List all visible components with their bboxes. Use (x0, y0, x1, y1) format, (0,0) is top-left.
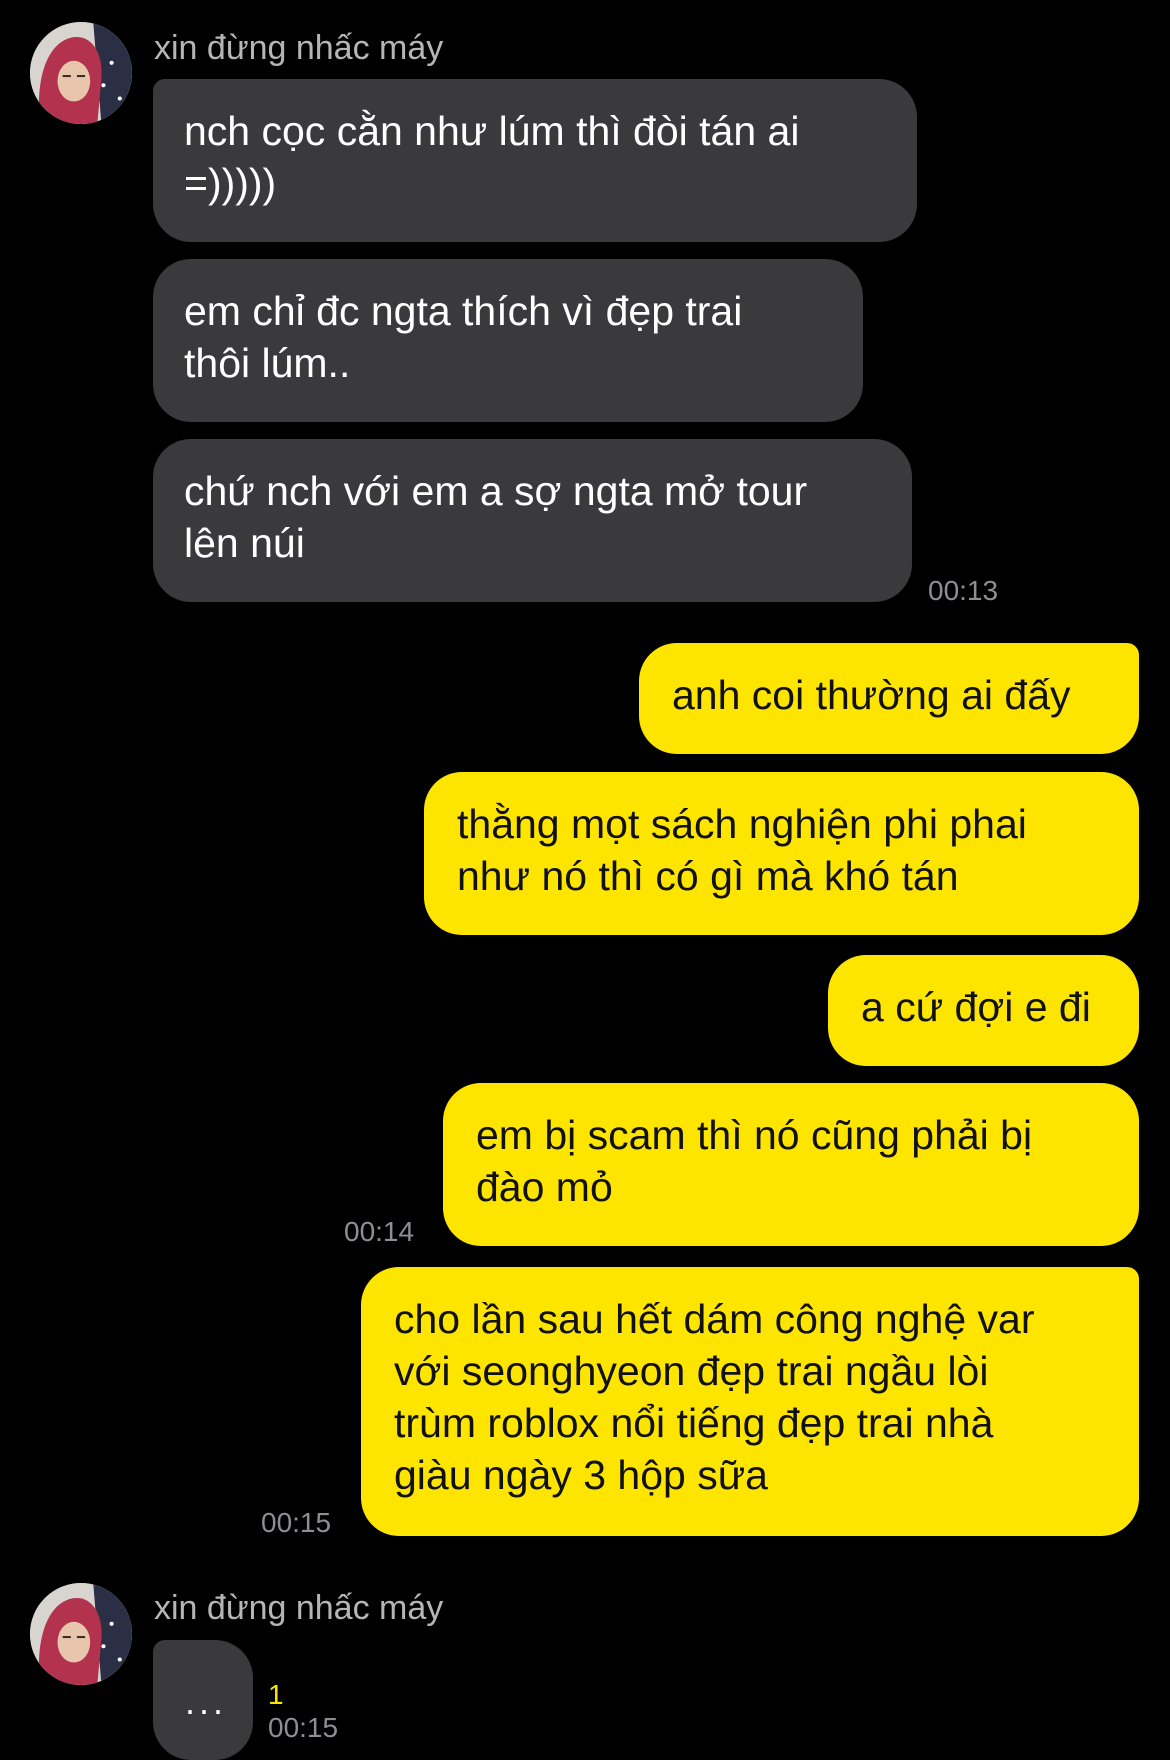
message-line: đào mỏ (476, 1164, 613, 1210)
message-bubble-outgoing[interactable]: anh coi thường ai đấy (639, 643, 1139, 754)
message-bubble-outgoing[interactable]: a cứ đợi e đi (828, 955, 1139, 1066)
message-bubble-outgoing[interactable]: thằng mọt sách nghiện phi phai như nó th… (424, 772, 1139, 935)
message-line: ... (185, 1681, 228, 1722)
message-line: em chỉ đc ngta thích vì đẹp trai (184, 288, 743, 334)
message-line: nch cọc cằn như lúm thì đòi tán ai (184, 108, 800, 154)
message-line: trùm roblox nổi tiếng đẹp trai nhà (394, 1400, 994, 1446)
avatar-photo-icon (30, 22, 132, 124)
unread-count: 1 (268, 1679, 284, 1710)
message-bubble-incoming[interactable]: nch cọc cằn như lúm thì đòi tán ai =))))… (153, 79, 917, 242)
message-timestamp: 00:13 (928, 575, 999, 606)
message-line: em bị scam thì nó cũng phải bị (476, 1112, 1033, 1158)
message-bubble-outgoing[interactable]: cho lần sau hết dám công nghệ var với se… (361, 1267, 1139, 1536)
message-line: cho lần sau hết dám công nghệ var (394, 1296, 1035, 1342)
message-line: chứ nch với em a sợ ngta mở tour (184, 468, 808, 514)
message-timestamp: 00:14 (344, 1216, 415, 1247)
message-bubble-incoming[interactable]: chứ nch với em a sợ ngta mở tour lên núi (153, 439, 912, 602)
message-bubble-incoming[interactable]: ... (153, 1640, 253, 1760)
message-line: lên núi (184, 520, 305, 566)
message-timestamp: 00:15 (261, 1507, 332, 1538)
message-line: thôi lúm.. (184, 340, 351, 386)
message-bubble-outgoing[interactable]: em bị scam thì nó cũng phải bị đào mỏ (443, 1083, 1139, 1246)
sender-name: xin đừng nhấc máy (154, 1589, 444, 1627)
message-line: thằng mọt sách nghiện phi phai (457, 801, 1027, 847)
message-line: như nó thì có gì mà khó tán (457, 853, 959, 899)
avatar-photo-icon (30, 1583, 132, 1685)
sender-name: xin đừng nhấc máy (154, 29, 444, 67)
contact-avatar[interactable] (30, 1583, 132, 1685)
message-line: anh coi thường ai đấy (672, 672, 1071, 718)
message-line: a cứ đợi e đi (861, 984, 1091, 1030)
contact-avatar[interactable] (30, 22, 132, 124)
message-line: giàu ngày 3 hộp sữa (394, 1452, 768, 1498)
message-bubble-incoming[interactable]: em chỉ đc ngta thích vì đẹp trai thôi lú… (153, 259, 863, 422)
message-timestamp: 00:15 (268, 1712, 339, 1743)
message-line: với seonghyeon đẹp trai ngầu lòi (394, 1348, 989, 1394)
message-line: =))))) (184, 160, 277, 206)
